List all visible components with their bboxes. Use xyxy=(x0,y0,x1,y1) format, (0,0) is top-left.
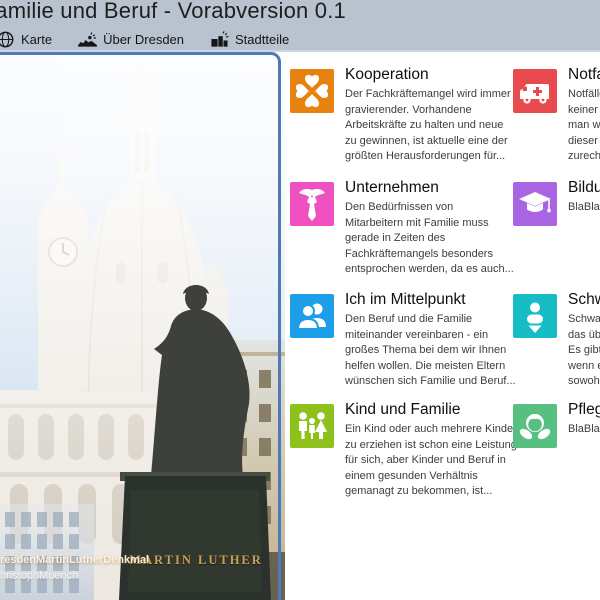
tile-description: Den Bedürfnissen von Mitarbeitern mit Fa… xyxy=(345,201,514,276)
tile-bildung[interactable]: Bildung BlaBla xyxy=(513,179,600,226)
baby-icon xyxy=(513,294,557,338)
globe-icon xyxy=(0,30,15,49)
tile-title: Schwanger xyxy=(568,291,600,308)
nav-item-ueber-dresden[interactable]: Über Dresden xyxy=(78,30,184,49)
tile-description: BlaBla xyxy=(568,201,600,213)
statue-pedestal xyxy=(119,472,271,600)
nav-item-label: Karte xyxy=(21,31,53,47)
tile-title: Ich im Mittelpunkt xyxy=(345,291,466,308)
tile-kind-und-familie[interactable]: Kind und Familie Ein Kind oder auch mehr… xyxy=(290,401,531,500)
tile-description: Der Fachkräftemangel wird immer graviere… xyxy=(345,88,511,163)
nav-item-stadtteile[interactable]: Stadtteile xyxy=(210,30,289,49)
tile-kooperation[interactable]: Kooperation Der Fachkräftemangel wird im… xyxy=(290,66,531,165)
nav-item-label: Über Dresden xyxy=(103,31,185,47)
background-building-left xyxy=(0,504,94,600)
tile-schwanger[interactable]: Schwanger Schwang das übe Es gibt a wenn… xyxy=(513,291,600,390)
graduation-cap-icon xyxy=(513,182,557,226)
tile-title: Kooperation xyxy=(345,66,429,83)
nav-item-karte[interactable]: Karte xyxy=(0,30,52,49)
tile-title: Notfall xyxy=(568,66,600,83)
photo-watermark-line2: ChristophMuench xyxy=(0,570,79,582)
frauenkirche-photo-scene xyxy=(0,52,285,600)
tile-pflege[interactable]: Pflege BlaBla xyxy=(513,401,600,448)
elderly-care-icon xyxy=(513,404,557,448)
tile-title: Kind und Familie xyxy=(345,401,461,418)
tile-description: Den Beruf und die Familie miteinander ve… xyxy=(345,313,516,388)
photo-watermark-line1: DresdenMartinLutherDenkmal xyxy=(0,554,150,566)
tile-description: Schwang das übe Es gibt a wenn ei sowohl… xyxy=(568,313,600,388)
app-top-bar: familie und Beruf - Vorabversion 0.1 Kar… xyxy=(0,0,600,52)
tile-title: Unternehmen xyxy=(345,179,439,196)
tile-notfall[interactable]: Notfall Notfälle keiner is man we dieser… xyxy=(513,66,600,165)
nav-item-label: Stadtteile xyxy=(235,31,290,47)
tile-ich-im-mittelpunkt[interactable]: Ich im Mittelpunkt Den Beruf und die Fam… xyxy=(290,291,531,390)
family-icon xyxy=(290,404,334,448)
tile-unternehmen[interactable]: Unternehmen Den Bedürfnissen von Mitarbe… xyxy=(290,179,531,278)
tile-description: BlaBla xyxy=(568,423,600,435)
districts-icon xyxy=(210,30,229,49)
necktie-icon xyxy=(290,182,334,226)
page-title: familie und Beruf - Vorabversion 0.1 xyxy=(0,0,346,23)
photo-panel-dresden[interactable]: MARTIN LUTHER DresdenMartinLutherDenkmal… xyxy=(0,52,285,600)
two-people-icon xyxy=(290,294,334,338)
tile-title: Pflege xyxy=(568,401,600,418)
tile-description: Notfälle keiner is man we dieser n zurec… xyxy=(568,88,600,163)
ambulance-icon xyxy=(513,69,557,113)
photo-illustration: MARTIN LUTHER DresdenMartinLutherDenkmal… xyxy=(0,52,285,600)
tile-title: Bildung xyxy=(568,179,600,196)
top-navigation: Karte Über Dresden Stadtteile xyxy=(0,28,315,50)
skyline-icon xyxy=(78,30,98,49)
tile-description: Ein Kind oder auch mehrere Kinder zu erz… xyxy=(345,423,517,498)
hearts-cluster-icon xyxy=(290,69,334,113)
